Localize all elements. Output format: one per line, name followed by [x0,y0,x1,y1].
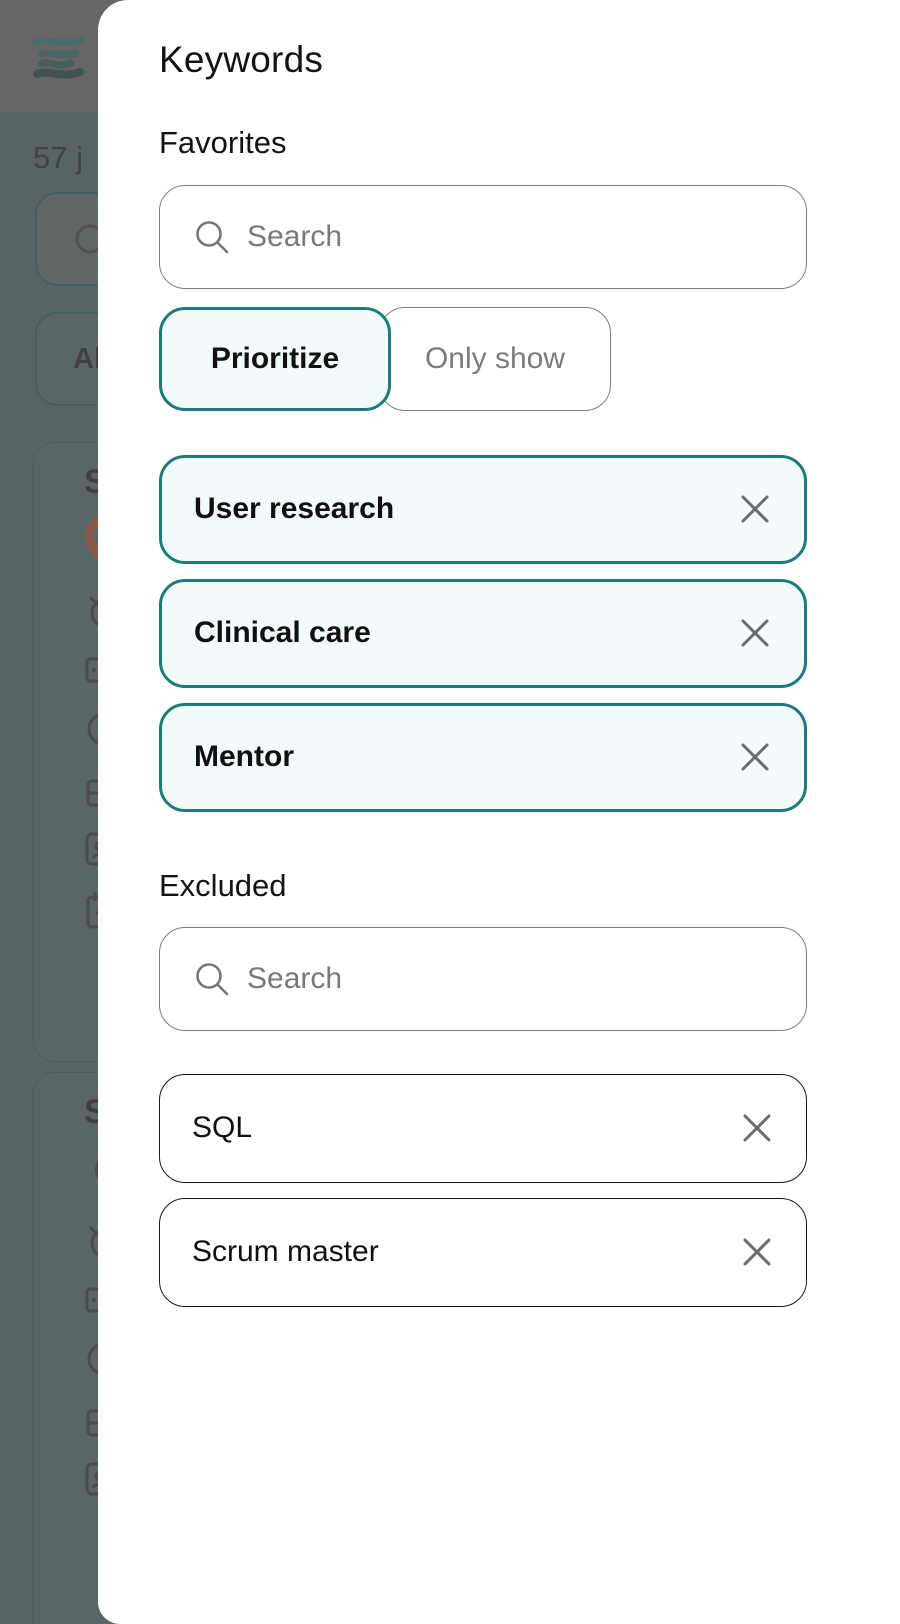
page-title: Keywords [159,39,324,80]
keyword-chip-label: Clinical care [194,616,371,650]
keyword-chip-label: SQL [192,1111,253,1145]
mode-option-prioritize-label: Prioritize [210,341,340,375]
keyword-chip[interactable]: Clinical care [159,578,807,688]
keywords-panel: Keywords Favorites Search Prioritize Onl… [98,0,900,1624]
keyword-chip[interactable]: User research [159,454,807,564]
keyword-chip[interactable]: Mentor [159,702,807,812]
keyword-chip-label: User research [194,492,395,526]
favorites-heading: Favorites [159,125,287,161]
excluded-search-placeholder: Search [247,961,343,995]
mode-option-prioritize[interactable]: Prioritize [159,306,391,411]
search-icon [196,962,229,996]
excluded-keyword-list: SQL Scrum master [159,1073,900,1307]
search-icon [196,220,229,253]
keyword-chip-label: Mentor [194,740,294,774]
keyword-chip[interactable]: SQL [159,1073,807,1183]
mode-option-only-show-label: Only show [424,341,566,375]
close-icon[interactable] [740,1235,774,1269]
close-icon[interactable] [738,616,772,650]
favorites-mode-toggle[interactable]: Prioritize Only show [159,306,611,411]
close-icon[interactable] [738,740,772,774]
close-icon[interactable] [740,1111,774,1145]
excluded-heading: Excluded [159,867,287,903]
excluded-search-input[interactable]: Search [159,926,807,1031]
close-icon[interactable] [738,492,772,526]
keyword-chip-label: Scrum master [192,1235,379,1269]
keyword-chip[interactable]: Scrum master [159,1197,807,1307]
favorites-search-placeholder: Search [247,219,343,253]
favorites-search-input[interactable]: Search [159,184,807,289]
favorite-keyword-list: User research Clinical care Mentor [159,454,900,812]
mode-option-only-show[interactable]: Only show [379,306,611,411]
